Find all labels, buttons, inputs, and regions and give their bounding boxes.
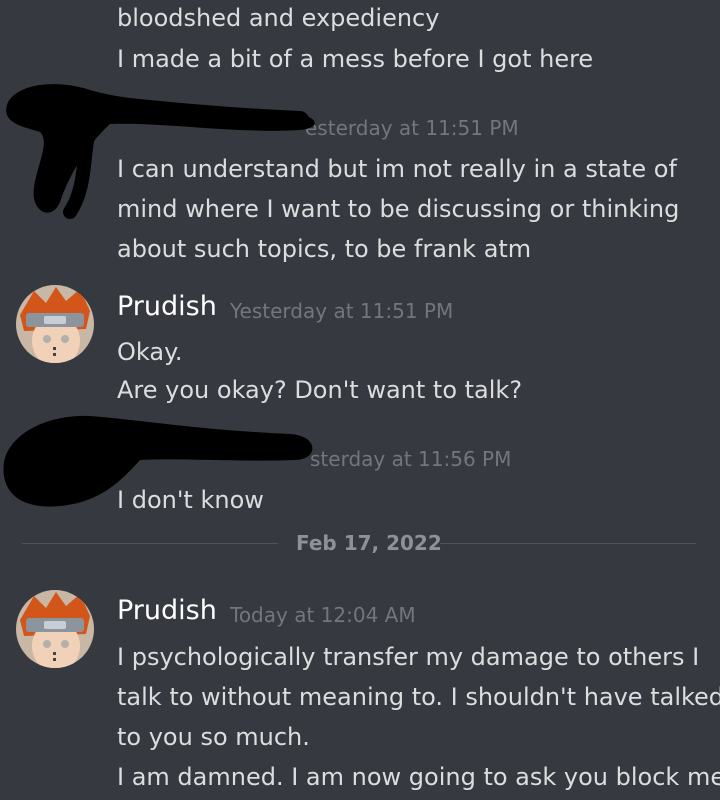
message-line: Okay. (117, 338, 183, 366)
message-line: I am damned. I am now going to ask you b… (117, 763, 720, 791)
date-divider-line (22, 543, 278, 544)
message-line: about such topics, to be frank atm (117, 235, 532, 263)
anime-character-avatar-icon (16, 285, 94, 363)
user-avatar[interactable] (16, 285, 94, 363)
message-line: Are you okay? Don't want to talk? (117, 376, 523, 404)
message-timestamp: sterday at 11:56 PM (310, 447, 512, 471)
message-author-name[interactable]: Prudish (117, 291, 217, 322)
date-divider-line (440, 543, 696, 544)
message-line: I psychologically transfer my damage to … (117, 643, 700, 671)
message-timestamp: Today at 12:04 AM (230, 603, 416, 627)
anime-character-avatar-icon (16, 590, 94, 668)
chat-message-list: bloodshed and expediency I made a bit of… (0, 0, 720, 800)
message-line: talk to without meaning to. I shouldn't … (117, 683, 720, 711)
message-line: I made a bit of a mess before I got here (117, 45, 594, 73)
message-timestamp: Yesterday at 11:51 PM (230, 299, 454, 323)
message-timestamp: esterday at 11:51 PM (305, 116, 519, 140)
message-line: I can understand but im not really in a … (117, 155, 677, 183)
message-line: I don't know (117, 486, 264, 514)
user-avatar[interactable] (16, 590, 94, 668)
message-author-name[interactable]: Prudish (117, 595, 217, 626)
message-line: mind where I want to be discussing or th… (117, 195, 680, 223)
message-line: to you so much. (117, 723, 310, 751)
date-divider: Feb 17, 2022 (296, 531, 442, 555)
message-line: bloodshed and expediency (117, 4, 440, 32)
